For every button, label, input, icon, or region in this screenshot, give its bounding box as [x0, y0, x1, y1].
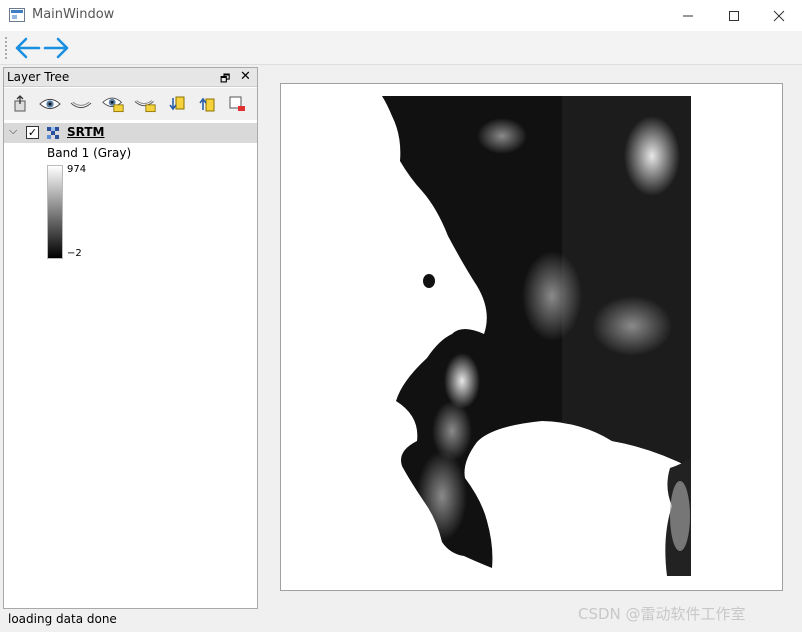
- zoom-to-layer-icon: [14, 95, 26, 112]
- arrow-right-icon: [43, 37, 69, 59]
- move-down-icon: [169, 96, 185, 111]
- layer-tree-tools: [4, 88, 257, 120]
- maximize-icon: [729, 10, 739, 21]
- layer-visibility-checkbox[interactable]: ✓: [26, 126, 39, 139]
- chevron-down-icon[interactable]: ⌵: [9, 124, 17, 138]
- toolbar-grip[interactable]: [5, 37, 8, 59]
- show-layers-icon: [102, 97, 124, 113]
- back-button[interactable]: [12, 33, 42, 63]
- move-up-icon: [199, 97, 215, 112]
- map-canvas[interactable]: [280, 83, 783, 591]
- layer-tree-dock: Layer Tree 🗗 ✕ ⌵ ✓ SRTM Band 1 (Gray) 97…: [3, 67, 258, 609]
- maximize-button[interactable]: [711, 0, 757, 31]
- remove-layer-icon: [229, 96, 245, 111]
- show-all-icon: [39, 98, 61, 110]
- close-button[interactable]: [756, 0, 802, 31]
- hide-all-button[interactable]: [70, 94, 92, 114]
- app-icon: [9, 8, 25, 22]
- remove-layer-button[interactable]: [226, 94, 248, 114]
- layer-row-srtm[interactable]: ⌵ ✓ SRTM: [4, 123, 257, 143]
- dock-title: Layer Tree: [7, 70, 70, 84]
- status-text: loading data done: [8, 612, 117, 626]
- title-bar: MainWindow: [0, 0, 802, 31]
- ramp-min-value: −2: [67, 248, 82, 259]
- ramp-max-value: 974: [67, 164, 87, 175]
- close-dock-icon[interactable]: ✕: [240, 69, 251, 84]
- band-label: Band 1 (Gray): [47, 146, 132, 160]
- hide-layers-button[interactable]: [134, 94, 156, 114]
- color-ramp: [47, 165, 63, 259]
- arrow-left-icon: [15, 37, 41, 59]
- move-down-button[interactable]: [166, 94, 188, 114]
- hide-layers-icon: [134, 100, 156, 113]
- forward-button[interactable]: [42, 33, 72, 63]
- dock-header: Layer Tree 🗗 ✕: [4, 68, 257, 87]
- srtm-raster-image: [382, 96, 691, 579]
- float-dock-icon[interactable]: 🗗: [220, 70, 230, 89]
- watermark: CSDN @雷动软件工作室: [578, 605, 746, 623]
- move-up-button[interactable]: [196, 94, 218, 114]
- raster-layer-icon: [47, 127, 59, 139]
- layer-name[interactable]: SRTM: [67, 125, 104, 139]
- hide-all-icon: [70, 101, 92, 109]
- show-all-button[interactable]: [39, 94, 61, 114]
- layer-tree-view: ⌵ ✓ SRTM Band 1 (Gray) 974 −2: [4, 121, 257, 608]
- minimize-button[interactable]: [665, 0, 711, 31]
- zoom-to-layer-button[interactable]: [10, 94, 32, 114]
- close-icon: [773, 10, 785, 21]
- main-toolbar: [0, 31, 802, 65]
- window-title: MainWindow: [32, 7, 115, 22]
- show-layers-button[interactable]: [102, 94, 124, 114]
- minimize-icon: [683, 15, 693, 16]
